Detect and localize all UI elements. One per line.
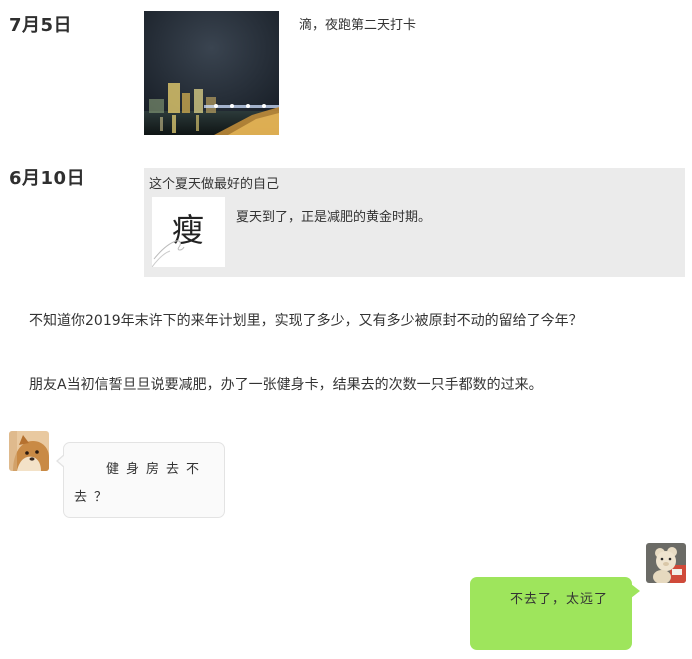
paragraph-2: 朋友A当初信誓旦旦说要减肥，办了一张健身卡，结果去的次数一只手都数的过来。 bbox=[29, 377, 543, 393]
night-run-photo[interactable] bbox=[144, 11, 279, 135]
night-city-riverside-image bbox=[144, 11, 279, 135]
entry-date-jun10: 6月10日 bbox=[9, 168, 86, 189]
chat-message-right: 不去了，太远了 bbox=[510, 592, 609, 607]
paragraph-1: 不知道你2019年末许下的来年计划里，实现了多少，又有多少被原封不动的留给了今年… bbox=[29, 313, 583, 329]
shiba-dog-avatar[interactable] bbox=[9, 431, 49, 471]
entry-date-jul5: 7月5日 bbox=[9, 15, 73, 36]
shared-article-card[interactable]: 这个夏天做最好的自己 瘦 夏天到了，正是减肥的黄金时期。 bbox=[144, 168, 685, 277]
hand-sketch-icon bbox=[152, 240, 185, 267]
shiba-dog-icon bbox=[9, 431, 49, 471]
chat-bubble-right: 不去了，太远了 bbox=[470, 577, 640, 650]
shared-article-title: 这个夏天做最好的自己 bbox=[149, 177, 280, 192]
teddy-bear-avatar[interactable] bbox=[646, 543, 686, 583]
chat-message-left: 健身房去不去？ bbox=[74, 462, 207, 505]
chat-bubble-left: 健身房去不去？ bbox=[56, 442, 225, 518]
teddy-bear-icon bbox=[646, 543, 686, 583]
shared-article-description: 夏天到了，正是减肥的黄金时期。 bbox=[236, 210, 432, 225]
entry-caption-jul5: 滴，夜跑第二天打卡 bbox=[299, 18, 417, 33]
shared-article-thumbnail: 瘦 bbox=[152, 197, 225, 267]
